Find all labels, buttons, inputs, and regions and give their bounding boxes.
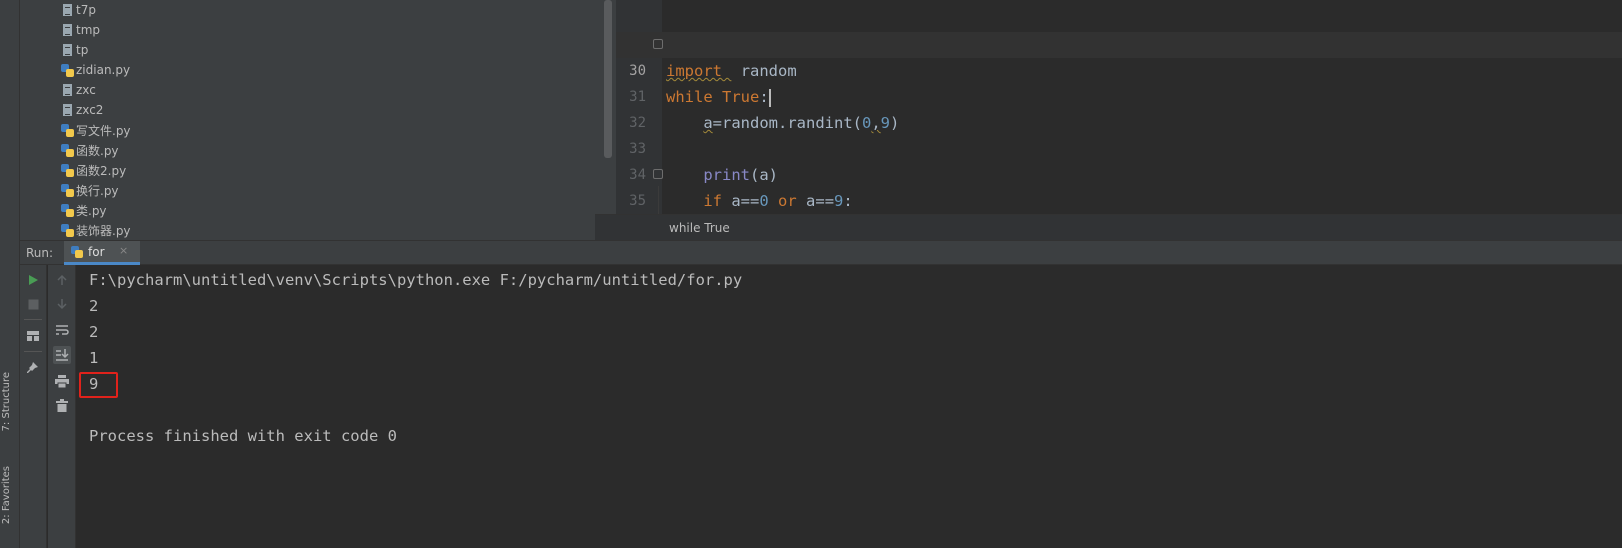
run-tab-label: for: [88, 245, 105, 259]
tree-item[interactable]: zxc: [60, 80, 131, 100]
number-zero: 0: [759, 192, 769, 210]
tree-item-label: zxc2: [76, 103, 104, 117]
print-icon[interactable]: [53, 372, 71, 390]
console-output-line: 1: [89, 349, 99, 367]
tree-item[interactable]: t7p: [60, 0, 131, 20]
python-file-icon: [60, 183, 74, 198]
python-file-icon: [60, 143, 74, 158]
project-tree: t7p tmp tp zidian.py zxc zxc2 写文件.py 函数.py 函数2.p…: [60, 0, 131, 248]
tree-item[interactable]: zidian.py: [60, 60, 131, 80]
tree-item-label: zidian.py: [76, 63, 131, 77]
console-output-line: 2: [89, 297, 99, 315]
python-file-icon: [60, 163, 74, 178]
soft-wrap-icon[interactable]: [53, 321, 71, 339]
run-toolbar-primary: [20, 265, 47, 548]
breadcrumb-item[interactable]: while True: [669, 221, 730, 235]
indent-guide: [658, 186, 659, 214]
tree-item[interactable]: tp: [60, 40, 131, 60]
comparison-a: a==: [731, 192, 760, 210]
python-file-icon: [60, 123, 74, 138]
fold-marker-icon[interactable]: [653, 169, 663, 179]
stop-icon[interactable]: [24, 295, 42, 313]
colon: :: [843, 192, 853, 210]
tree-item-label: 写文件.py: [76, 123, 131, 138]
comparison-a-2: a==: [806, 192, 835, 210]
project-tree-panel: t7p tmp tp zidian.py zxc zxc2 写文件.py 函数.py 函数2.p…: [20, 0, 616, 248]
tree-item-label: t7p: [76, 3, 96, 17]
code-editor[interactable]: 29 import random 30 while True: 31 a=ran…: [616, 0, 1622, 214]
rerun-icon[interactable]: [24, 271, 42, 289]
text-file-icon: [60, 43, 74, 58]
python-file-icon: [60, 203, 74, 218]
or-keyword: or: [778, 192, 797, 210]
restore-layout-icon[interactable]: [24, 327, 42, 345]
run-tab-for[interactable]: for ×: [64, 241, 140, 265]
tree-item[interactable]: zxc2: [60, 100, 131, 120]
line-number: 35: [629, 193, 646, 209]
red-highlight-annotation: [79, 372, 118, 398]
tree-item-label: 函数.py: [76, 143, 119, 158]
tree-item[interactable]: 写文件.py: [60, 120, 131, 140]
run-toolbar-secondary: [48, 265, 76, 548]
tree-item[interactable]: 类.py: [60, 200, 131, 220]
text-file-icon: [60, 23, 74, 38]
scroll-to-end-icon[interactable]: [53, 346, 71, 364]
tree-item[interactable]: 函数.py: [60, 140, 131, 160]
tree-item-label: tp: [76, 43, 89, 57]
console-exit-message: Process finished with exit code 0: [89, 427, 397, 445]
tree-item-label: 类.py: [76, 203, 107, 218]
tree-item-label: 装饰器.py: [76, 223, 131, 238]
code-line-30[interactable]: 30 while True:: [616, 32, 1622, 107]
project-tree-scrollbar[interactable]: [604, 0, 612, 158]
close-tab-icon[interactable]: ×: [119, 244, 128, 257]
arrow-down-icon[interactable]: [53, 295, 71, 313]
console-command-line: F:\pycharm\untitled\venv\Scripts\python.…: [89, 271, 743, 289]
python-file-icon: [71, 246, 83, 258]
structure-tool-tab[interactable]: 7: Structure: [1, 372, 19, 431]
console-output-line: 2: [89, 323, 99, 341]
run-panel-header: Run: for ×: [20, 240, 1622, 265]
tree-item[interactable]: 函数2.py: [60, 160, 131, 180]
favorites-tool-tab[interactable]: 2: Favorites: [1, 466, 19, 524]
text-file-icon: [60, 103, 74, 118]
text-file-icon: [60, 83, 74, 98]
run-panel-label: Run:: [26, 246, 54, 260]
left-tool-strip: 7: Structure 2: Favorites: [0, 0, 20, 548]
code-line-34[interactable]: 34 if a==0 or a==9:: [616, 136, 1622, 210]
python-file-icon: [60, 63, 74, 78]
tree-item-label: tmp: [76, 23, 101, 37]
tree-item[interactable]: 装饰器.py: [60, 220, 131, 240]
tree-item[interactable]: 换行.py: [60, 180, 131, 200]
code-line-33[interactable]: 33 print(a): [616, 110, 1622, 184]
code-line-31[interactable]: 31 a=random.randint(0,9): [616, 58, 1622, 132]
run-console-output[interactable]: F:\pycharm\untitled\venv\Scripts\python.…: [77, 265, 1622, 548]
fold-marker-icon[interactable]: [653, 39, 663, 49]
tree-item-label: zxc: [76, 83, 96, 97]
if-keyword: if: [703, 192, 722, 210]
python-file-icon: [60, 223, 74, 238]
tree-item-label: 函数2.py: [76, 163, 127, 178]
toolbar-separator: [24, 319, 42, 320]
number-nine: 9: [834, 192, 844, 210]
tree-item[interactable]: tmp: [60, 20, 131, 40]
trash-icon[interactable]: [53, 396, 71, 414]
arrow-up-icon[interactable]: [53, 271, 71, 289]
tree-item-label: 换行.py: [76, 183, 119, 198]
pin-tab-icon[interactable]: [24, 359, 42, 377]
text-file-icon: [60, 3, 74, 18]
code-line-32[interactable]: 32: [616, 84, 1622, 131]
code-line-29[interactable]: 29 import random: [616, 6, 1622, 80]
editor-breadcrumb: while True: [595, 214, 1622, 240]
toolbar-separator: [24, 351, 42, 352]
code-line-35[interactable]: 35 break: [616, 162, 1622, 209]
